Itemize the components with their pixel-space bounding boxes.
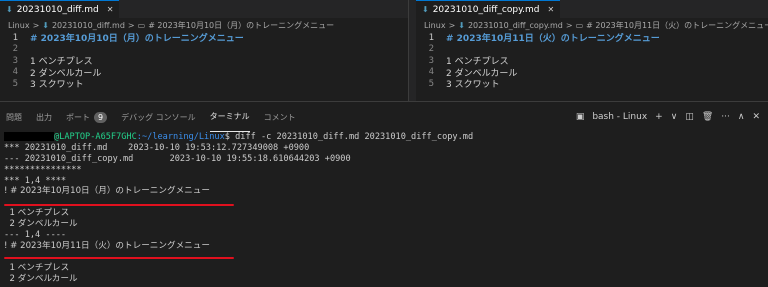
shell-selector[interactable]: bash - Linux — [592, 112, 647, 122]
code-line: 1 # 2023年10月10日（月）のトレーニングメニュー — [0, 32, 408, 45]
prompt-path: :~/learning/Linux — [136, 132, 225, 142]
maximize-panel-icon[interactable]: ∧ — [738, 112, 745, 122]
line-number: 2 — [12, 44, 18, 55]
breadcrumb-separator: > — [448, 20, 456, 30]
prompt-host: @LAPTOP-A65F7GHC — [54, 132, 137, 142]
tab-label: 問題 — [6, 112, 22, 122]
line-text: # 2023年10月11日（火）のトレーニングメニュー — [446, 34, 660, 45]
code-editor[interactable]: 1 # 2023年10月10日（月）のトレーニングメニュー 2 31 ベンチプレス… — [0, 32, 408, 91]
chevron-down-icon[interactable]: ∨ — [671, 112, 678, 122]
breadcrumb: Linux > ⬇ 20231010_diff.md > ▭ # 2023年10… — [0, 18, 408, 32]
line-number: 3 — [12, 55, 18, 66]
breadcrumb-file[interactable]: 20231010_diff.md — [52, 21, 125, 30]
markdown-file-icon: ⬇ — [422, 5, 429, 14]
terminal-line: 1 ベンチプレス — [4, 208, 70, 219]
breadcrumb-separator: > — [32, 20, 40, 30]
code-line: 5 3 スクワット — [416, 78, 768, 91]
tab-debug-console[interactable]: デバッグ コンソール — [121, 102, 196, 132]
terminal-line: ! # 2023年10月11日（火）のトレーニングメニュー — [4, 240, 210, 251]
line-number: 5 — [12, 78, 18, 89]
breadcrumb-file[interactable]: 20231010_diff_copy.md — [468, 21, 563, 30]
trash-icon[interactable]: 🗑 — [702, 112, 713, 122]
tab-terminal[interactable]: ターミナル — [209, 102, 250, 132]
code-line: 5 3 スクワット — [0, 78, 408, 91]
code-editor[interactable]: 1 # 2023年10月11日（火）のトレーニングメニュー 2 31 ベンチプレス… — [416, 32, 768, 91]
terminal-prompt-line: @LAPTOP-A65F7GHC:~/learning/Linux$ diff … — [4, 132, 768, 143]
terminal-line: *** 20231010_diff.md 2023-10-10 19:53:12… — [4, 142, 310, 153]
terminal-line: 1 ベンチプレス — [4, 262, 70, 273]
ports-count-badge: 9 — [94, 111, 108, 123]
editor-tabbar-right: ⬇ 20231010_diff_copy.md ✕ — [416, 0, 768, 18]
markdown-file-icon: ⬇ — [6, 5, 13, 14]
editor-tab-diff[interactable]: ⬇ 20231010_diff.md ✕ — [0, 0, 120, 18]
tab-output[interactable]: 出力 — [36, 102, 52, 132]
line-number: 2 — [428, 44, 434, 55]
tab-label: ターミナル — [209, 112, 250, 121]
breadcrumb-folder[interactable]: Linux — [8, 21, 30, 30]
line-number: 3 — [428, 55, 434, 66]
line-number: 1 — [12, 32, 18, 43]
tab-label: コメント — [263, 112, 296, 122]
redacted-username — [4, 132, 54, 141]
tab-label: 20231010_diff_copy.md — [432, 4, 540, 15]
markdown-file-icon: ⬇ — [42, 20, 49, 30]
tab-label: ポート — [66, 112, 90, 122]
breadcrumb-folder[interactable]: Linux — [424, 21, 446, 30]
editor-tab-diff-copy[interactable]: ⬇ 20231010_diff_copy.md ✕ — [416, 0, 561, 18]
terminal-command: diff -c 20231010_diff.md 20231010_diff_c… — [229, 132, 474, 142]
breadcrumb-heading[interactable]: # 2023年10月11日（火）のトレーニングメニュー — [586, 20, 768, 31]
code-line: 1 # 2023年10月11日（火）のトレーニングメニュー — [416, 32, 768, 45]
breadcrumb-symbol-icon: ▭ — [575, 20, 584, 30]
terminal-line: 2 ダンベルカール — [4, 219, 78, 230]
markdown-file-icon: ⬇ — [458, 20, 465, 30]
terminal-line: *** 1,4 **** — [4, 175, 67, 186]
editor-pane-right: ⬇ 20231010_diff_copy.md ✕ Linux > ⬇ 2023… — [416, 0, 768, 101]
editor-tabbar-left: ⬇ 20231010_diff.md ✕ — [0, 0, 408, 18]
terminal-line: 2 ダンベルカール — [4, 273, 78, 284]
line-number: 1 — [428, 32, 434, 43]
tab-ports[interactable]: ポート 9 — [66, 102, 108, 132]
new-terminal-icon[interactable]: + — [655, 112, 663, 122]
red-underline-annotation — [4, 204, 234, 206]
close-icon[interactable]: ✕ — [107, 5, 114, 14]
line-text: 3 スクワット — [30, 80, 84, 91]
line-text: # 2023年10月10日（月）のトレーニングメニュー — [30, 34, 244, 45]
breadcrumb-separator: > — [127, 20, 135, 30]
terminal-line: ! # 2023年10月10日（月）のトレーニングメニュー — [4, 186, 210, 197]
split-terminal-icon[interactable]: ◫ — [685, 112, 694, 122]
red-underline-annotation — [4, 257, 234, 259]
tab-problems[interactable]: 問題 — [6, 102, 22, 132]
editor-split-sash[interactable] — [408, 0, 416, 101]
close-panel-icon[interactable]: ✕ — [752, 112, 760, 122]
breadcrumb: Linux > ⬇ 20231010_diff_copy.md > ▭ # 20… — [416, 18, 768, 32]
terminal-line: --- 20231010_diff_copy.md 2023-10-10 19:… — [4, 153, 351, 164]
tab-label: デバッグ コンソール — [121, 112, 196, 122]
terminal-icon: ▣ — [575, 112, 585, 122]
terminal-line: *************** — [4, 164, 82, 175]
editor-pane-left: ⬇ 20231010_diff.md ✕ Linux > ⬇ 20231010_… — [0, 0, 408, 101]
breadcrumb-heading[interactable]: # 2023年10月10日（月）のトレーニングメニュー — [148, 20, 334, 31]
line-number: 4 — [428, 67, 434, 78]
line-number: 5 — [428, 78, 434, 89]
line-number: 4 — [12, 67, 18, 78]
panel-toolbar: ▣ bash - Linux + ∨ ◫ 🗑 ··· ∧ ✕ — [576, 102, 760, 132]
bottom-panel: 問題 出力 ポート 9 デバッグ コンソール ターミナル コメント ▣ bash … — [0, 101, 768, 287]
terminal-line: --- 1,4 ---- — [4, 230, 67, 241]
breadcrumb-symbol-icon: ▭ — [137, 20, 146, 30]
tab-label: 出力 — [36, 112, 52, 122]
line-text: 3 スクワット — [446, 80, 500, 91]
more-actions-icon[interactable]: ··· — [721, 112, 730, 122]
breadcrumb-separator: > — [565, 20, 573, 30]
tab-comments[interactable]: コメント — [264, 102, 296, 132]
tab-label: 20231010_diff.md — [16, 4, 99, 15]
close-icon[interactable]: ✕ — [547, 5, 554, 14]
terminal-output[interactable]: @LAPTOP-A65F7GHC:~/learning/Linux$ diff … — [0, 132, 768, 284]
panel-tabbar: 問題 出力 ポート 9 デバッグ コンソール ターミナル コメント ▣ bash … — [0, 102, 768, 132]
